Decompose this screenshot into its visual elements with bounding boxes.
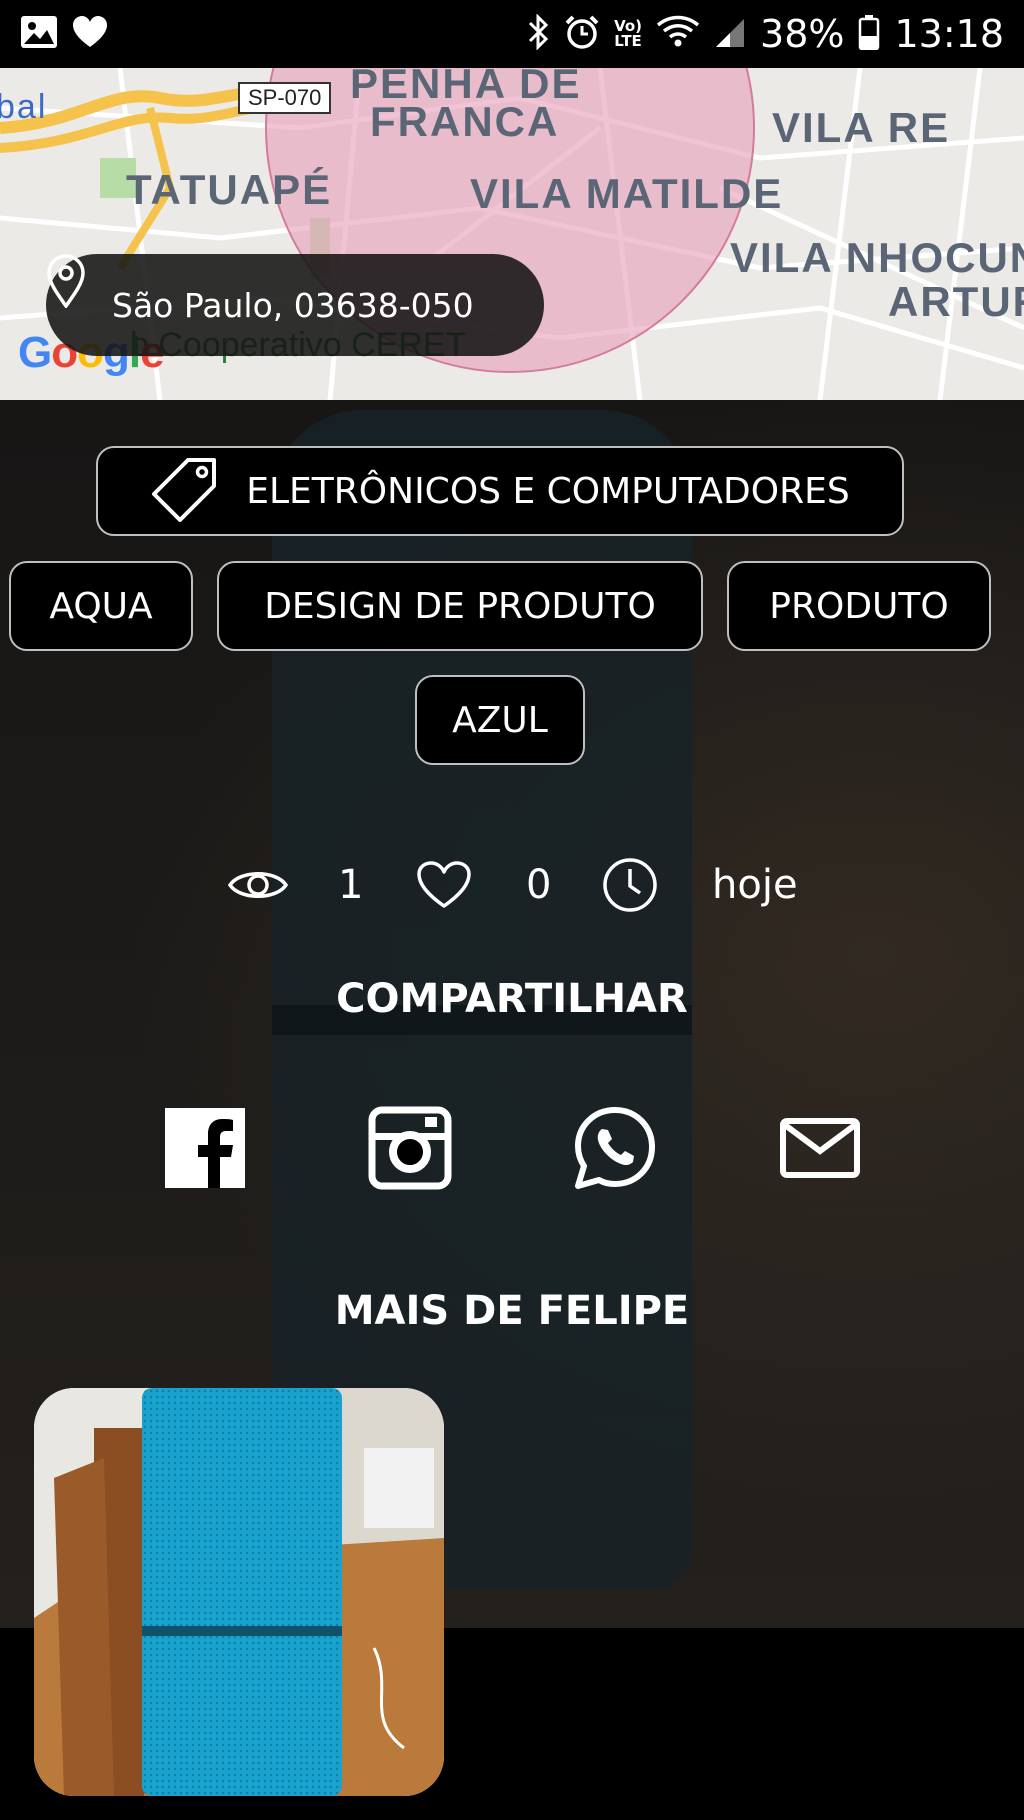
whatsapp-icon[interactable]: [572, 1105, 658, 1191]
clock: 13:18: [894, 12, 1004, 56]
facebook-icon[interactable]: [162, 1105, 248, 1191]
location-text: São Paulo, 03638-050: [112, 285, 474, 325]
battery-percent: 38%: [760, 12, 845, 56]
heart-icon: [72, 15, 108, 53]
likes-stat[interactable]: [416, 840, 472, 930]
stats-row: 1 0 hoje: [0, 840, 1024, 930]
related-product-thumbnail[interactable]: [34, 1388, 444, 1796]
more-from-title: MAIS DE FELIPE: [334, 1288, 690, 1334]
clock-icon: [602, 857, 658, 913]
share-title: COMPARTILHAR: [336, 976, 688, 1022]
map-label-franca: FRANCA: [370, 98, 560, 145]
wifi-icon: [656, 15, 700, 53]
road-shield: SP-070: [238, 82, 332, 114]
likes-count: 0: [526, 862, 552, 908]
map-label-vila-matilde: VILA MATILDE: [470, 170, 784, 217]
gallery-icon: [20, 15, 58, 53]
map-label-artur: ARTUR: [888, 278, 1024, 325]
mail-icon[interactable]: [777, 1105, 863, 1191]
views-count: 1: [338, 862, 364, 908]
map-label-vila-re: VILA RE: [772, 104, 951, 151]
speaker-photo: [34, 1388, 444, 1796]
alarm-icon: [564, 14, 600, 54]
battery-icon: [858, 14, 880, 54]
tag-chip-azul[interactable]: AZUL: [415, 675, 585, 765]
heart-outline-icon[interactable]: [416, 860, 472, 910]
eye-icon: [228, 865, 288, 905]
category-label: ELETRÔNICOS E COMPUTADORES: [246, 470, 850, 512]
map-label-fragment: bal: [0, 88, 48, 126]
signal-icon: [714, 15, 746, 53]
category-chip[interactable]: ELETRÔNICOS E COMPUTADORES: [96, 446, 904, 536]
tag-chip-design-de-produto[interactable]: DESIGN DE PRODUTO: [217, 561, 703, 651]
tag-chip-produto[interactable]: PRODUTO: [727, 561, 991, 651]
tag-icon: [150, 456, 220, 526]
location-pill[interactable]: São Paulo, 03638-050: [46, 254, 544, 356]
location-map[interactable]: PENHA DE FRANCA VILA RE TATUAPÉ VILA MAT…: [0, 68, 1024, 400]
bluetooth-icon: [526, 13, 550, 54]
instagram-icon[interactable]: [367, 1105, 453, 1191]
map-label-tatuape: TATUAPÉ: [126, 166, 333, 213]
views-stat: [228, 840, 288, 930]
volte-indicator: Vo) LTE: [614, 17, 643, 50]
date-stat: [602, 840, 658, 930]
tag-chip-aqua[interactable]: AQUA: [9, 561, 193, 651]
map-label-vila-nhocune: VILA NHOCUN: [730, 234, 1024, 281]
date-text: hoje: [712, 862, 798, 908]
status-bar: Vo) LTE 38% 13:18: [0, 0, 1024, 68]
